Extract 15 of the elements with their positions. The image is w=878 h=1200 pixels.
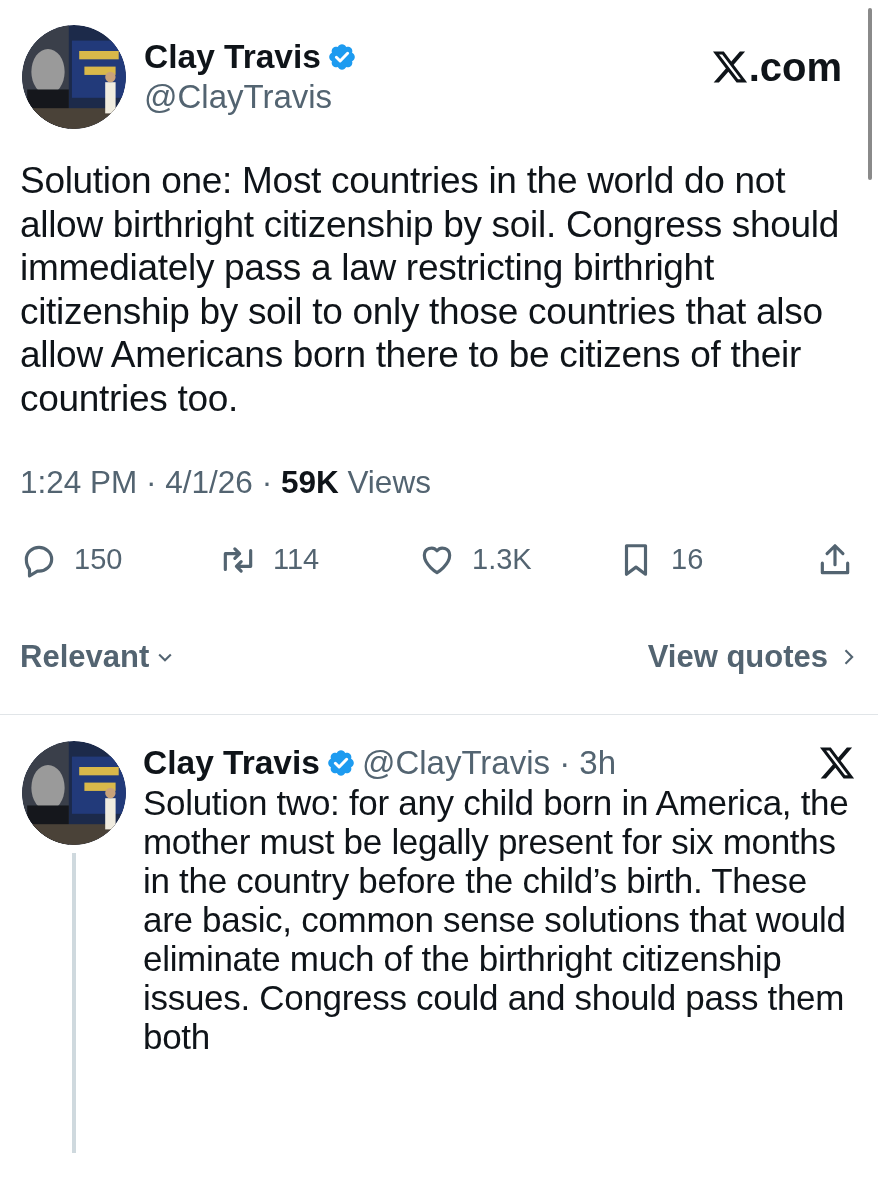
view-quotes-link[interactable]: View quotes	[647, 633, 858, 680]
action-count: 1.3K	[472, 542, 532, 577]
site-label: .com	[748, 45, 842, 89]
post-text: Solution one: Most countries in the world do not allow birthright citizenship by soil. Congress should immediately pass a law restricting birthright citizenship by soil to only those countries that also allow Americans born there to be citizens of their countries too.	[19, 159, 841, 420]
sort-dropdown[interactable]: Relevant	[20, 633, 176, 680]
action-count: 16	[671, 542, 704, 577]
author-handle[interactable]: @ClayTravis · 3h	[361, 743, 617, 783]
reply-text: Solution two: for any child born in America, the mother must be legally present for six months in the country before the child’s birth. These are basic, common sense solutions that would eliminate much of the birthright citizenship issues. Congress could and should pass them both	[143, 783, 850, 1056]
author-handle[interactable]: @ClayTravis	[144, 77, 357, 117]
author-name[interactable]: Clay Travis	[143, 743, 320, 783]
post-meta: 1:24 PM · 4/1/26 · 59K Views	[19, 464, 432, 500]
action-count: 114	[273, 542, 320, 577]
action-count: 150	[74, 542, 123, 577]
author-name[interactable]: Clay Travis	[144, 37, 321, 77]
scrollbar[interactable]	[868, 8, 872, 180]
